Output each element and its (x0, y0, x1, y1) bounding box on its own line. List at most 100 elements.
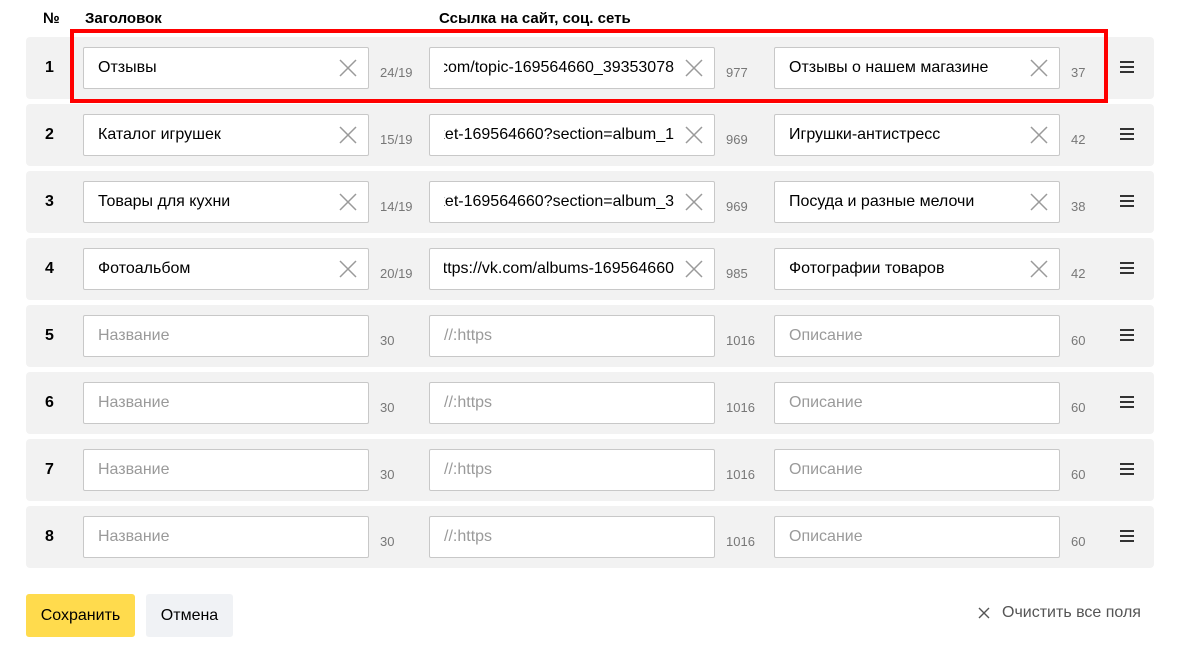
table-row: 2 15/19 969 42 (26, 104, 1154, 166)
row-number: 3 (45, 193, 54, 210)
description-input[interactable] (775, 182, 1059, 222)
clear-all-button[interactable]: Очистить все поля (978, 603, 1141, 623)
title-field (83, 315, 369, 357)
link-counter: 1016 (726, 333, 755, 348)
link-field (429, 114, 715, 156)
clear-icon[interactable] (684, 259, 704, 279)
header-number: № (43, 10, 60, 27)
drag-handle-icon[interactable] (1119, 528, 1135, 544)
drag-handle-icon[interactable] (1119, 260, 1135, 276)
link-field (429, 47, 715, 89)
table-row: 7 30 1016 60 (26, 439, 1154, 501)
drag-handle-icon[interactable] (1119, 461, 1135, 477)
drag-handle-icon[interactable] (1119, 59, 1135, 75)
link-input[interactable] (430, 316, 714, 356)
clear-icon[interactable] (1029, 192, 1049, 212)
row-number: 4 (45, 260, 54, 277)
title-field (83, 449, 369, 491)
link-input[interactable] (430, 383, 714, 423)
link-field (429, 516, 715, 558)
drag-handle-icon[interactable] (1119, 126, 1135, 142)
link-input[interactable] (430, 115, 714, 155)
description-input[interactable] (775, 450, 1059, 490)
title-input[interactable] (84, 48, 368, 88)
title-input[interactable] (84, 182, 368, 222)
table-row: 6 30 1016 60 (26, 372, 1154, 434)
title-counter: 14/19 (380, 199, 413, 214)
header-link: Ссылка на сайт, соц. сеть (439, 10, 631, 27)
clear-icon[interactable] (684, 192, 704, 212)
description-counter: 60 (1071, 534, 1086, 549)
link-field (429, 315, 715, 357)
clear-icon[interactable] (338, 125, 358, 145)
title-counter: 30 (380, 333, 395, 348)
table-row: 3 14/19 969 38 (26, 171, 1154, 233)
table-row: 4 20/19 985 42 (26, 238, 1154, 300)
drag-handle-icon[interactable] (1119, 394, 1135, 410)
link-input[interactable] (430, 48, 714, 88)
save-button[interactable]: Сохранить (26, 594, 135, 637)
clear-icon[interactable] (1029, 58, 1049, 78)
drag-handle-icon[interactable] (1119, 193, 1135, 209)
description-field (774, 181, 1060, 223)
title-counter: 15/19 (380, 132, 413, 147)
title-input[interactable] (84, 450, 368, 490)
title-field (83, 382, 369, 424)
title-field (83, 114, 369, 156)
link-input[interactable] (430, 249, 714, 289)
clear-icon[interactable] (1029, 259, 1049, 279)
link-counter: 1016 (726, 534, 755, 549)
drag-handle-icon[interactable] (1119, 327, 1135, 343)
description-input[interactable] (775, 115, 1059, 155)
title-counter: 30 (380, 400, 395, 415)
row-number: 7 (45, 461, 54, 478)
description-input[interactable] (775, 48, 1059, 88)
link-input[interactable] (430, 517, 714, 557)
description-field (774, 382, 1060, 424)
row-number: 1 (45, 59, 54, 76)
sitelinks-list: 1 24/19 977 37 2 15/19 969 (26, 37, 1154, 573)
title-input[interactable] (84, 115, 368, 155)
description-field (774, 47, 1060, 89)
description-input[interactable] (775, 316, 1059, 356)
title-field (83, 248, 369, 290)
clear-icon[interactable] (684, 58, 704, 78)
title-counter: 30 (380, 534, 395, 549)
link-field (429, 248, 715, 290)
clear-icon[interactable] (1029, 125, 1049, 145)
table-row: 1 24/19 977 37 (26, 37, 1154, 99)
row-number: 6 (45, 394, 54, 411)
link-field (429, 449, 715, 491)
link-input[interactable] (430, 450, 714, 490)
description-counter: 60 (1071, 400, 1086, 415)
title-input[interactable] (84, 517, 368, 557)
link-counter: 1016 (726, 467, 755, 482)
description-field (774, 449, 1060, 491)
cancel-button[interactable]: Отмена (146, 594, 233, 637)
clear-icon[interactable] (684, 125, 704, 145)
link-field (429, 181, 715, 223)
clear-icon[interactable] (338, 192, 358, 212)
link-input[interactable] (430, 182, 714, 222)
description-counter: 42 (1071, 132, 1086, 147)
link-counter: 985 (726, 266, 748, 281)
close-icon (978, 607, 990, 619)
description-input[interactable] (775, 383, 1059, 423)
title-counter: 24/19 (380, 65, 413, 80)
title-field (83, 47, 369, 89)
row-number: 5 (45, 327, 54, 344)
clear-icon[interactable] (338, 58, 358, 78)
description-input[interactable] (775, 249, 1059, 289)
title-input[interactable] (84, 316, 368, 356)
table-row: 5 30 1016 60 (26, 305, 1154, 367)
description-counter: 60 (1071, 467, 1086, 482)
title-input[interactable] (84, 249, 368, 289)
description-input[interactable] (775, 517, 1059, 557)
description-counter: 60 (1071, 333, 1086, 348)
header-title: Заголовок (85, 10, 162, 27)
table-row: 8 30 1016 60 (26, 506, 1154, 568)
description-field (774, 516, 1060, 558)
title-input[interactable] (84, 383, 368, 423)
clear-icon[interactable] (338, 259, 358, 279)
title-counter: 20/19 (380, 266, 413, 281)
